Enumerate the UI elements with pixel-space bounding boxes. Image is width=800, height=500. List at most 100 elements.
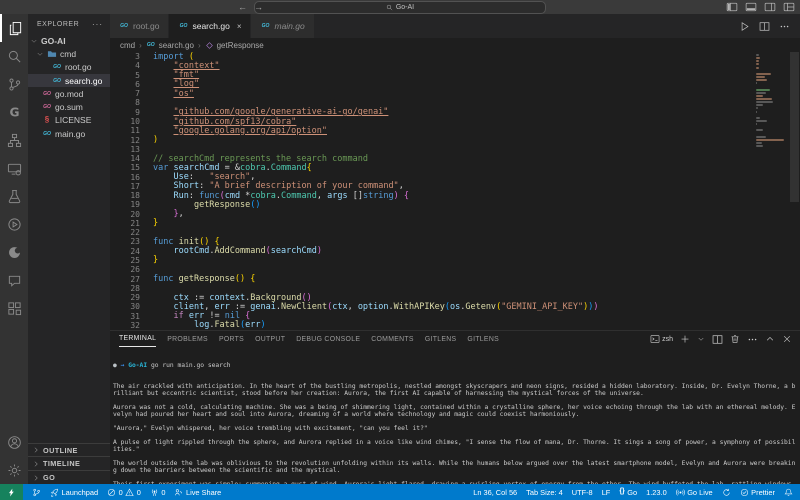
- checkcircle-icon: [740, 488, 749, 497]
- toggle-secondary-sidebar-icon[interactable]: [764, 1, 776, 13]
- activity-gemini[interactable]: [0, 238, 28, 266]
- breadcrumb-cmd[interactable]: cmd: [120, 41, 135, 50]
- code-line: 22: [110, 228, 800, 237]
- kill-terminal-icon[interactable]: [730, 334, 740, 344]
- more-actions-icon[interactable]: [779, 21, 790, 32]
- status-cursor-position[interactable]: Ln 36, Col 56: [473, 488, 517, 497]
- sidebar-section-outline[interactable]: OUTLINE: [28, 443, 110, 457]
- panel-tab-terminal[interactable]: TERMINAL: [119, 332, 156, 347]
- status-sync[interactable]: [722, 488, 731, 497]
- split-editor-icon[interactable]: [759, 21, 770, 32]
- maximize-panel-icon[interactable]: [765, 334, 775, 344]
- sidebar-section-go[interactable]: GO: [28, 470, 110, 484]
- status-language-mode[interactable]: {}Go: [619, 488, 637, 497]
- tree-item-go-sum[interactable]: GOgo.sum: [28, 100, 110, 113]
- code-lines: 3import (4 "context"5 "fmt"6 "log"7 "os"…: [110, 52, 800, 330]
- tab-root-go[interactable]: GOroot.go: [110, 14, 169, 38]
- status-bar-right: Ln 36, Col 56 Tab Size: 4 UTF-8 LF {}Go 1.23.…: [473, 484, 800, 500]
- panel-tab-debug-console[interactable]: DEBUG CONSOLE: [296, 332, 360, 347]
- search-icon: [7, 49, 22, 64]
- activity-run-tool[interactable]: [0, 210, 28, 238]
- code-line: 24 rootCmd.AddCommand(searchCmd): [110, 247, 800, 256]
- activity-search[interactable]: [0, 42, 28, 70]
- close-panel-icon[interactable]: [782, 334, 792, 344]
- status-go-live[interactable]: Go Live: [676, 488, 713, 497]
- line-number: 24: [110, 247, 153, 256]
- toggle-primary-sidebar-icon[interactable]: [726, 1, 738, 13]
- tree-item-license[interactable]: §LICENSE: [28, 114, 110, 127]
- panel-tab-gitlens[interactable]: GITLENS: [467, 332, 499, 347]
- launch-profile-icon[interactable]: [697, 335, 705, 343]
- line-number: 3: [110, 52, 153, 61]
- status-go-version[interactable]: 1.23.0: [646, 488, 667, 497]
- activity-testing[interactable]: [0, 182, 28, 210]
- status-problems[interactable]: 00: [107, 488, 141, 497]
- tree-item-main-go[interactable]: GOmain.go: [28, 127, 110, 140]
- tab-main-go[interactable]: GOmain.go: [251, 14, 314, 38]
- tab-label: search.go: [192, 21, 229, 31]
- method-symbol-icon: [205, 41, 214, 50]
- sidebar-title: EXPLORER: [37, 21, 79, 28]
- status-tab-size[interactable]: Tab Size: 4: [526, 488, 563, 497]
- shell-selector[interactable]: zsh: [650, 334, 673, 344]
- tree-item-root-go[interactable]: GOroot.go: [28, 61, 110, 74]
- activity-org-chart[interactable]: [0, 126, 28, 154]
- status-live-share[interactable]: Live Share: [174, 488, 221, 497]
- breadcrumb-getResponse[interactable]: getResponse: [205, 41, 264, 50]
- terminal-output[interactable]: ● → Go-AI go run main.go search The air …: [113, 348, 798, 484]
- panel-tab-ports[interactable]: PORTS: [219, 332, 244, 347]
- status-encoding[interactable]: UTF-8: [572, 488, 593, 497]
- tree-item-go-mod[interactable]: GOgo.mod: [28, 87, 110, 100]
- activity-source-control[interactable]: [0, 70, 28, 98]
- status-launchpad[interactable]: Launchpad: [50, 488, 98, 497]
- code-line: 14// searchCmd represents the search com…: [110, 154, 800, 163]
- status-notifications[interactable]: [784, 488, 793, 497]
- more-actions-icon[interactable]: ···: [92, 20, 103, 29]
- code-editor[interactable]: 3import (4 "context"5 "fmt"6 "log"7 "os"…: [110, 52, 800, 330]
- activity-gitlens[interactable]: G: [0, 98, 28, 126]
- tree-item-search-go[interactable]: GOsearch.go: [28, 74, 110, 87]
- activity-explorer[interactable]: [0, 14, 28, 42]
- panel-tab-gitlens[interactable]: GITLENS: [425, 332, 457, 347]
- line-number: 32: [110, 321, 153, 330]
- rocket-icon: [50, 488, 59, 497]
- status-prettier[interactable]: Prettier: [740, 488, 775, 497]
- activity-comments[interactable]: [0, 266, 28, 294]
- panel-tab-comments[interactable]: COMMENTS: [371, 332, 414, 347]
- new-terminal-icon[interactable]: [680, 334, 690, 344]
- status-remote[interactable]: [0, 484, 23, 500]
- sidebar-section-timeline[interactable]: TIMELINE: [28, 456, 110, 470]
- editor-scrollbar[interactable]: [789, 52, 800, 330]
- split-terminal-icon[interactable]: [712, 334, 723, 345]
- status-gitlens-graph[interactable]: [32, 488, 41, 497]
- customize-layout-icon[interactable]: [783, 1, 795, 13]
- more-actions-icon[interactable]: [747, 334, 758, 345]
- panel-tab-output[interactable]: OUTPUT: [255, 332, 285, 347]
- panel-tab-problems[interactable]: PROBLEMS: [167, 332, 208, 347]
- run-file-icon[interactable]: [739, 21, 750, 32]
- status-label: UTF-8: [572, 488, 593, 497]
- toggle-panel-icon[interactable]: [745, 1, 757, 13]
- activity-extensions[interactable]: [0, 294, 28, 322]
- breadcrumb-search.go[interactable]: GOsearch.go: [146, 41, 194, 50]
- tree-item-cmd[interactable]: cmd: [28, 47, 110, 60]
- activity-accounts[interactable]: [0, 428, 28, 456]
- code-line: 23func init() {: [110, 237, 800, 246]
- source-control-icon: [7, 77, 22, 92]
- activity-settings[interactable]: [0, 456, 28, 484]
- command-center[interactable]: Go-AI: [254, 1, 546, 14]
- nav-forward-icon[interactable]: →: [254, 2, 263, 12]
- status-eol[interactable]: LF: [602, 488, 611, 497]
- nav-history: ← →: [238, 0, 263, 14]
- tab-search-go[interactable]: GOsearch.go×: [169, 14, 251, 38]
- nav-back-icon[interactable]: ←: [238, 2, 247, 12]
- code-line: 17 Short: "A brief description of your c…: [110, 182, 800, 191]
- tree-item-go-ai[interactable]: GO-AI: [28, 34, 110, 47]
- code-line: 3import (: [110, 52, 800, 61]
- minimap[interactable]: [756, 54, 786, 148]
- scrollbar-slider[interactable]: [790, 52, 799, 202]
- activity-remote-explorer[interactable]: [0, 154, 28, 182]
- status-ports[interactable]: 0: [150, 488, 166, 497]
- close-icon[interactable]: ×: [237, 22, 242, 31]
- panel-actions: zsh: [650, 334, 800, 345]
